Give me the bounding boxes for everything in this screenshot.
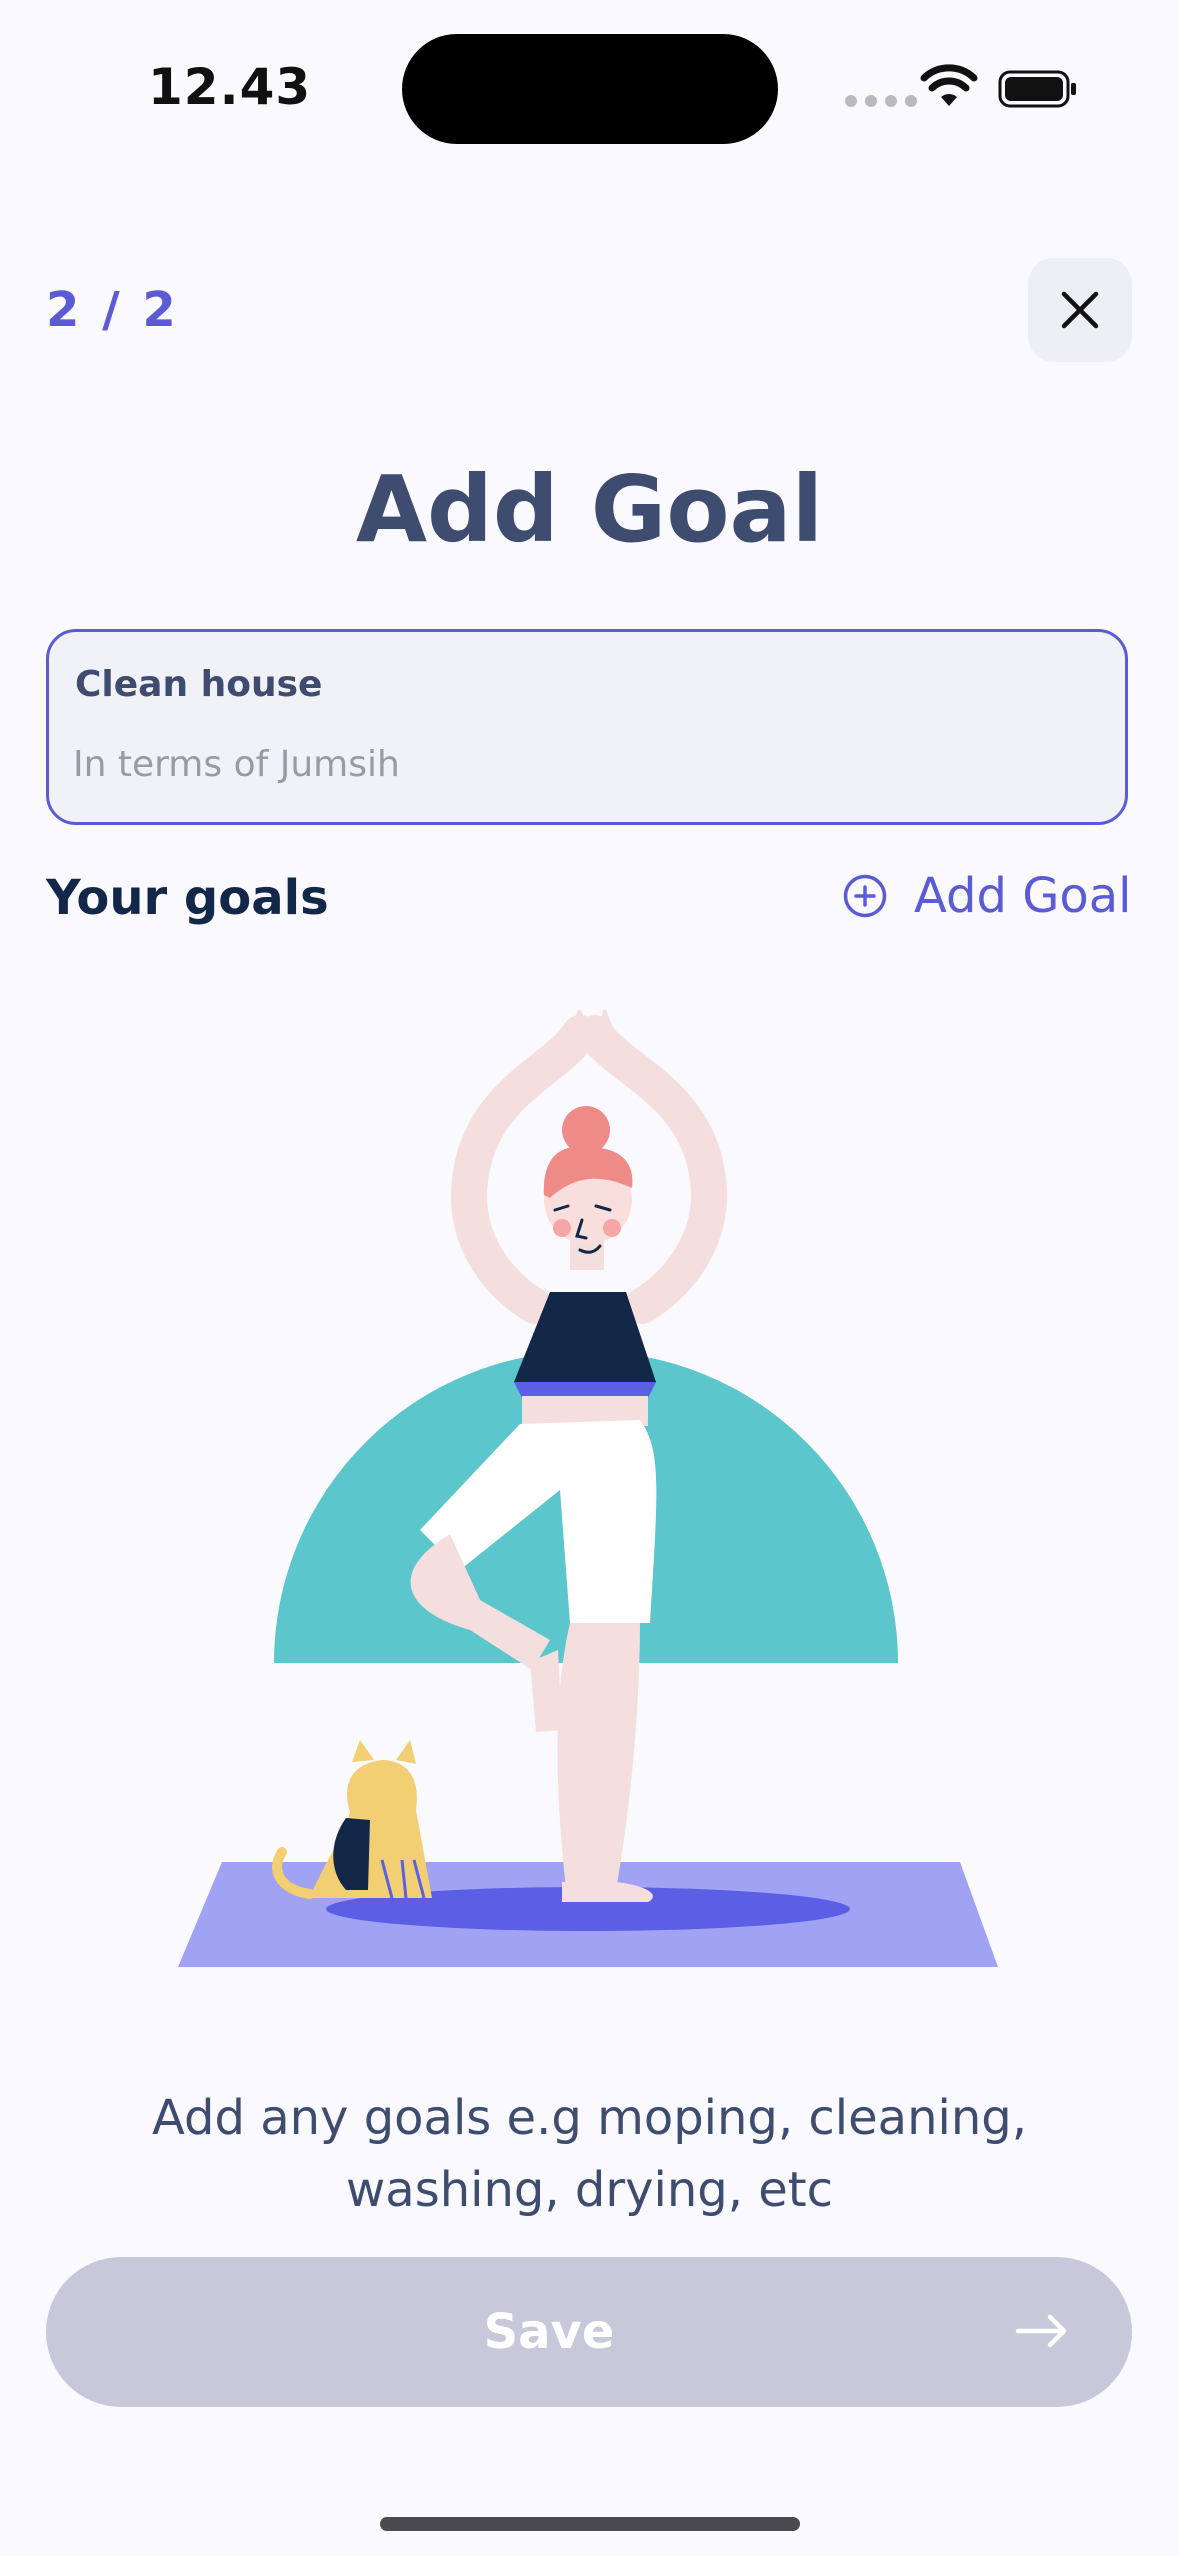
empty-goals-hint: Add any goals e.g moping, cleaning, wash…	[150, 2082, 1029, 2226]
step-indicator: 2 / 2	[46, 282, 179, 338]
dynamic-island	[402, 34, 778, 144]
page-title: Add Goal	[355, 456, 824, 563]
home-indicator	[380, 2517, 800, 2531]
goal-input[interactable]	[73, 736, 1073, 792]
battery-icon	[998, 70, 1076, 108]
add-goal-label: Add Goal	[914, 868, 1132, 924]
add-goal-button[interactable]: Add Goal	[842, 868, 1132, 924]
goal-input-card[interactable]: Clean house	[46, 629, 1128, 825]
save-button-label: Save	[483, 2304, 615, 2360]
arrow-right-icon	[1015, 2314, 1067, 2348]
plus-circle-icon	[843, 874, 887, 918]
goal-input-label: Clean house	[75, 664, 323, 705]
hint-line-2: washing, drying, etc	[346, 2162, 833, 2218]
close-button[interactable]	[1028, 258, 1132, 362]
wifi-icon	[920, 64, 978, 106]
status-time: 12.43	[148, 58, 312, 116]
close-icon	[1061, 291, 1099, 329]
save-button[interactable]: Save	[46, 2257, 1132, 2407]
your-goals-heading: Your goals	[46, 870, 329, 926]
hint-line-1: Add any goals e.g moping, cleaning,	[152, 2090, 1027, 2146]
woman-yoga-tree-pose-with-cat-illustration	[178, 1010, 998, 1967]
signal-icon	[845, 95, 917, 107]
